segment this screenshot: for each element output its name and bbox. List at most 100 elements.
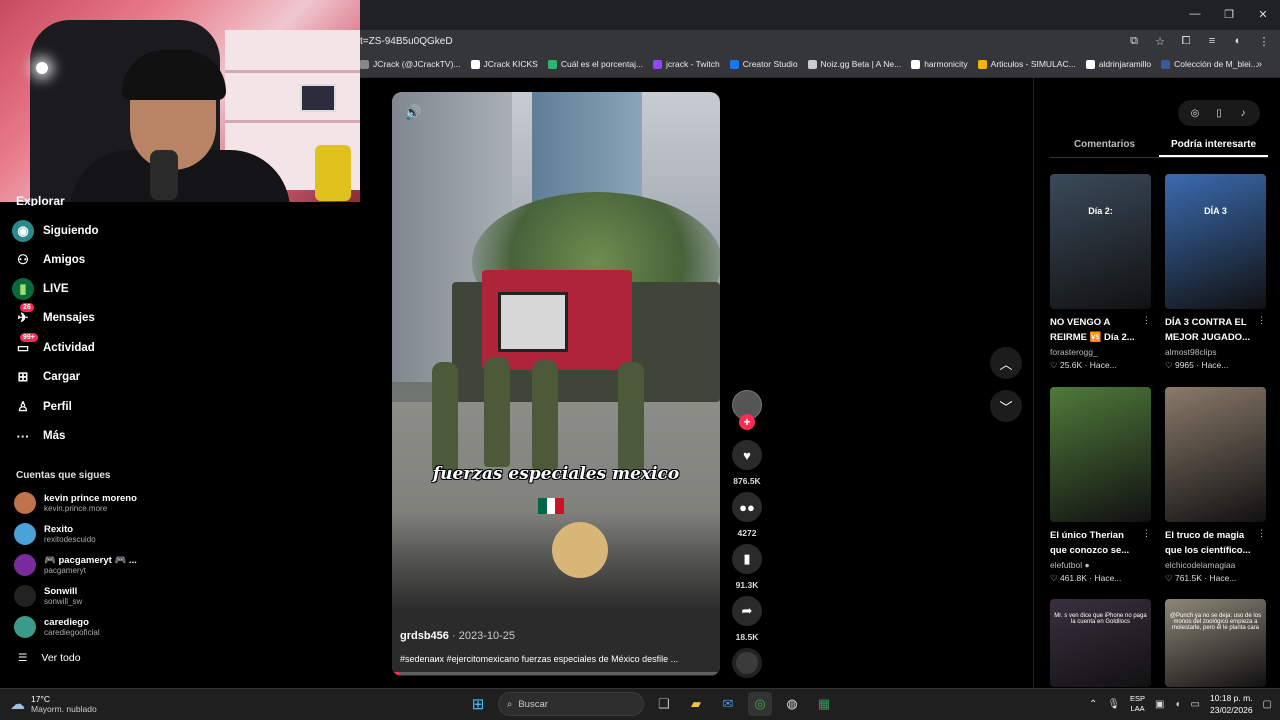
following-account[interactable]: carediego carediegooficial	[14, 616, 100, 638]
card-title: DÍA 3 CONTRA EL MEJOR JUGADO...	[1165, 317, 1250, 343]
card-author[interactable]: forasterogg_	[1050, 347, 1151, 357]
video-author[interactable]: grdsb456 · 2023-10-25	[400, 630, 515, 642]
following-account[interactable]: kevin prince moreno kevin.prince.more	[14, 492, 137, 514]
recommended-video-card[interactable]: DÍA 3 ⋮ DÍA 3 CONTRA EL MEJOR JUGADO... alm…	[1165, 174, 1266, 371]
url-text[interactable]: t=ZS-94B5u0QGkeD	[360, 36, 453, 47]
card-author[interactable]: elchicodelamagiaa	[1165, 560, 1266, 570]
recommended-video-card[interactable]: @Punch ya no se deja: uso de los monos d…	[1165, 599, 1266, 687]
cast-icon[interactable]: ⧉	[1126, 33, 1142, 49]
bookmark-item[interactable]: harmonicity	[911, 59, 968, 69]
video-progress-bar[interactable]	[392, 672, 720, 675]
chrome-icon[interactable]: ◎	[748, 692, 772, 716]
video-thumbnail[interactable]	[1165, 387, 1266, 522]
volume-icon[interactable]: 🔊	[404, 104, 421, 121]
following-account[interactable]: 🎮 pacgameryt 🎮 ... pacgameryt	[14, 554, 137, 576]
recommended-video-card[interactable]: Mr. s ven dice que iPhone no paga la cue…	[1050, 599, 1151, 687]
see-all-button[interactable]: ☰ Ver todo	[18, 652, 81, 664]
compass-icon[interactable]: ◎	[1186, 104, 1204, 122]
bookmark-star-icon[interactable]: ☆	[1152, 33, 1168, 49]
phone-icon[interactable]: ▯	[1210, 104, 1228, 122]
extensions-icon[interactable]: ⧠	[1178, 33, 1194, 49]
microphone-icon[interactable]: 🎙	[1107, 699, 1120, 710]
more-options-icon[interactable]: ⋮	[1257, 528, 1266, 539]
bookmark-item[interactable]: Noiz.gg Beta | A Ne...	[807, 59, 901, 69]
more-options-icon[interactable]: ⋮	[1142, 528, 1151, 539]
bookmark-item[interactable]: Articulos - SIMULAC...	[977, 59, 1076, 69]
restore-icon[interactable]: ❐	[1212, 0, 1246, 28]
bookmarks-overflow-icon[interactable]: »	[1256, 59, 1262, 70]
bookmark-item[interactable]: Cuál es el porcentaj...	[547, 59, 643, 69]
bookmark-item[interactable]: JCrack (@JCrackTV)...	[360, 59, 461, 69]
task-view-icon[interactable]: ❑	[652, 692, 676, 716]
nav-item-cargar[interactable]: ⊞ Cargar	[12, 366, 81, 388]
windows-start-icon[interactable]: ⊞	[466, 692, 490, 716]
nav-item-actividad[interactable]: ▭ 99+ Actividad	[12, 333, 95, 359]
browser-menu-icon[interactable]: ⋮	[1256, 33, 1272, 49]
video-thumbnail[interactable]	[1050, 387, 1151, 522]
minimize-icon[interactable]: —	[1178, 0, 1212, 28]
close-icon[interactable]: ✕	[1246, 0, 1280, 28]
nav-item-más[interactable]: ··· Más	[12, 425, 66, 447]
cloud-sun-icon: ☁	[10, 696, 25, 713]
nav-item-explore[interactable]: Explorar	[16, 194, 65, 206]
recommended-video-card[interactable]: ⋮ El truco de magia que los científico...…	[1165, 387, 1266, 584]
video-thumbnail[interactable]: Mr. s ven dice que iPhone no paga la cue…	[1050, 599, 1151, 687]
taskbar-search[interactable]: ⌕ Buscar	[498, 692, 644, 716]
media-controls-icon[interactable]: ≡	[1204, 33, 1220, 49]
video-thumbnail[interactable]: @Punch ya no se deja: uso de los monos d…	[1165, 599, 1266, 687]
bookmark-favicon-icon	[360, 59, 369, 69]
nav-item-mensajes[interactable]: ✈ 26 Mensajes	[12, 303, 95, 329]
clock[interactable]: 10:18 p. m. 23/02/2026	[1210, 692, 1253, 716]
bookmark-icon[interactable]: ▮	[732, 544, 762, 574]
share-icon[interactable]: ➦	[732, 596, 762, 626]
bookmark-item[interactable]: Colección de M_blei...	[1161, 59, 1258, 69]
file-explorer-icon[interactable]: ▰	[684, 692, 708, 716]
video-author-name[interactable]: grdsb456	[400, 630, 449, 642]
mail-icon[interactable]: ✉	[716, 692, 740, 716]
comment-icon[interactable]: ●●	[732, 492, 762, 522]
following-account[interactable]: Rexito rexitodescuido	[14, 523, 96, 545]
card-author[interactable]: almost98clips	[1165, 347, 1266, 357]
avatar	[14, 554, 36, 576]
notification-icon[interactable]: ▢	[1263, 699, 1272, 710]
music-disc-icon[interactable]	[732, 648, 762, 678]
following-account-text: Sonwill sonwill_sw	[44, 586, 82, 606]
nav-item-label: Más	[43, 430, 66, 442]
volume-tray-icon[interactable]: ◖	[1175, 699, 1181, 710]
comment-count: 4272	[737, 528, 757, 538]
video-player[interactable]: 🔊 fuerzas especiales mexico grdsb456 · 2…	[392, 92, 720, 676]
nav-item-siguiendo[interactable]: ◉ Siguiendo	[12, 220, 99, 242]
weather-widget[interactable]: ☁ 17°C Mayorm. nublado	[10, 694, 97, 714]
more-options-icon[interactable]: ⋮	[1142, 315, 1151, 326]
previous-video-button[interactable]: ︿	[990, 347, 1022, 379]
video-thumbnail[interactable]: Día 2:	[1050, 174, 1151, 309]
next-video-button[interactable]: ﹀	[990, 390, 1022, 422]
recommended-video-card[interactable]: Día 2: ⋮ NO VENGO A REIRME 🆚 Día 2... foras…	[1050, 174, 1151, 371]
tray-overflow-icon[interactable]: ⌃	[1089, 699, 1097, 710]
video-thumbnail[interactable]: DÍA 3	[1165, 174, 1266, 309]
nav-item-amigos[interactable]: ⚇ Amigos	[12, 249, 85, 271]
bookmark-item[interactable]: aldrinjaramillo	[1085, 59, 1151, 69]
recommended-video-card[interactable]: ⋮ El único Therian que conozco se... elefu…	[1050, 387, 1151, 584]
card-author[interactable]: elefutbol ●	[1050, 560, 1151, 570]
tab-may-interest[interactable]: Podría interesarte	[1159, 136, 1268, 157]
nav-item-live[interactable]: ▮ LIVE	[12, 278, 69, 300]
card-stats: ♡ 461.8K · Hace...	[1050, 573, 1122, 583]
more-options-icon[interactable]: ⋮	[1257, 315, 1266, 326]
network-icon[interactable]: ▣	[1155, 699, 1164, 710]
following-account[interactable]: Sonwill sonwill_sw	[14, 585, 82, 607]
bookmark-item[interactable]: jcrack - Twitch	[653, 59, 720, 69]
nav-item-perfil[interactable]: ♙ Perfil	[12, 396, 72, 418]
like-heart-icon[interactable]: ♥	[732, 440, 762, 470]
follow-plus-icon[interactable]: +	[739, 414, 755, 430]
bookmark-item[interactable]: Creator Studio	[729, 59, 798, 69]
tab-comments[interactable]: Comentarios	[1050, 136, 1159, 157]
excel-icon[interactable]: ▦	[812, 692, 836, 716]
battery-icon[interactable]: ▭	[1191, 699, 1200, 710]
tiktok-logo-icon[interactable]: ♪	[1234, 104, 1252, 122]
profile-icon[interactable]: ◐	[1230, 33, 1246, 49]
bookmark-item[interactable]: JCrack KICKS	[470, 59, 538, 69]
video-description[interactable]: #sedenaиx #ejercitomexicano fuerzas espe…	[400, 654, 712, 664]
language-indicator[interactable]: ESP LAA	[1130, 694, 1145, 714]
obs-icon[interactable]: ◍	[780, 692, 804, 716]
